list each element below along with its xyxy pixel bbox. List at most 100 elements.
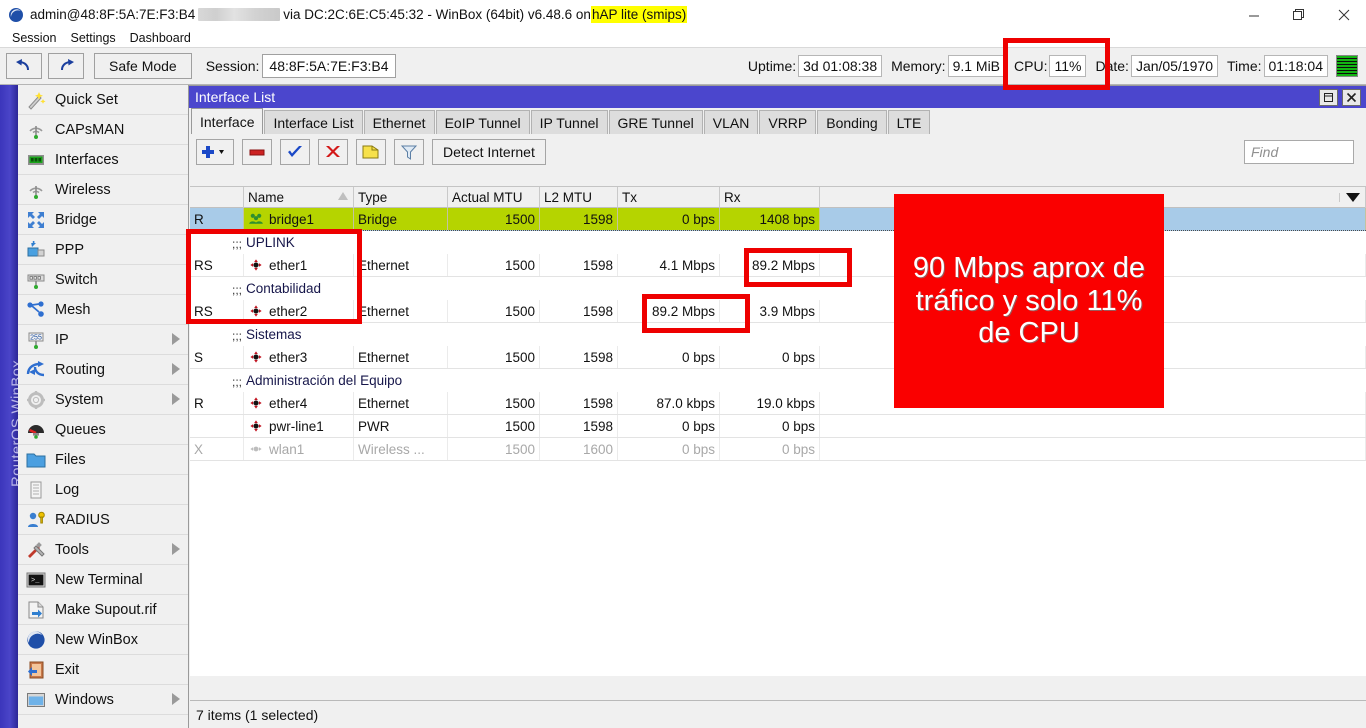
sidebar-item-ppp[interactable]: PPP [18, 235, 188, 265]
sidebar-item-windows[interactable]: Windows [18, 685, 188, 715]
restore-icon[interactable] [1319, 89, 1338, 106]
menu-item-settings[interactable]: Settings [63, 30, 122, 47]
maximize-icon[interactable] [1276, 0, 1321, 30]
comment-label: Administración del Equipo [246, 373, 402, 388]
tab-vrrp[interactable]: VRRP [759, 110, 816, 134]
sidebar-item-label: Wireless [55, 182, 111, 198]
search-input[interactable]: Find [1244, 140, 1354, 164]
cell-tx: 87.0 kbps [618, 392, 720, 414]
sort-ascending-icon [338, 192, 348, 200]
column-header-l2-mtu[interactable]: L2 MTU [540, 187, 618, 208]
comment-text: ;;;Administración del Equipo [190, 369, 402, 391]
log-scroll-icon [25, 479, 47, 501]
memory-label: Memory: [891, 58, 945, 74]
tab-bonding[interactable]: Bonding [817, 110, 886, 134]
comment-button[interactable] [356, 139, 386, 165]
close-icon[interactable] [1342, 89, 1361, 106]
remove-button[interactable] [242, 139, 272, 165]
sidebar-item-log[interactable]: Log [18, 475, 188, 505]
tab-interface[interactable]: Interface [191, 108, 263, 134]
column-header-rx[interactable]: Rx [720, 187, 820, 208]
tab-lte[interactable]: LTE [888, 110, 931, 134]
table-row[interactable]: pwr-line1PWR150015980 bps0 bps [190, 415, 1366, 438]
table-row[interactable]: Sether3Ethernet150015980 bps0 bps [190, 346, 1366, 369]
status-bar: 7 items (1 selected) [190, 700, 1366, 728]
tab-vlan[interactable]: VLAN [704, 110, 759, 134]
sidebar-item-new-terminal[interactable]: >_New Terminal [18, 565, 188, 595]
winbox-logo-icon [8, 7, 24, 23]
sidebar-item-system[interactable]: System [18, 385, 188, 415]
column-header-actual-mtu[interactable]: Actual MTU [448, 187, 540, 208]
tab-ethernet[interactable]: Ethernet [364, 110, 435, 134]
sidebar-item-mesh[interactable]: Mesh [18, 295, 188, 325]
titlebar-connection: via DC:2C:6E:C5:45:32 - WinBox (64bit) v… [283, 7, 591, 22]
sidebar-item-radius[interactable]: RADIUS [18, 505, 188, 535]
redo-button[interactable] [48, 53, 84, 79]
column-header-type[interactable]: Type [354, 187, 448, 208]
disable-button[interactable] [318, 139, 348, 165]
sidebar-item-queues[interactable]: Queues [18, 415, 188, 445]
close-icon[interactable] [1321, 0, 1366, 30]
table-row[interactable]: RSether1Ethernet150015984.1 Mbps89.2 Mbp… [190, 254, 1366, 277]
sidebar-item-tools[interactable]: Tools [18, 535, 188, 565]
sidebar-item-capsman[interactable]: CAPsMAN [18, 115, 188, 145]
column-header-label: Actual MTU [452, 190, 523, 205]
sidebar-item-wireless[interactable]: Wireless [18, 175, 188, 205]
enable-button[interactable] [280, 139, 310, 165]
table-comment-row[interactable]: ;;;Sistemas [190, 323, 1366, 346]
column-header-tx[interactable]: Tx [618, 187, 720, 208]
comment-marker: ;;; [232, 283, 242, 299]
menubar: Session Settings Dashboard [0, 30, 1366, 47]
sidebar-item-files[interactable]: Files [18, 445, 188, 475]
sidebar-item-make-supout-rif[interactable]: Make Supout.rif [18, 595, 188, 625]
undo-button[interactable] [6, 53, 42, 79]
sidebar-item-ip[interactable]: 255IP [18, 325, 188, 355]
sidebar-item-new-winbox[interactable]: New WinBox [18, 625, 188, 655]
interface-tabs: InterfaceInterface ListEthernetEoIP Tunn… [189, 108, 1366, 134]
add-button[interactable] [196, 139, 234, 165]
table-row[interactable]: Rether4Ethernet1500159887.0 kbps19.0 kbp… [190, 392, 1366, 415]
sidebar-item-routing[interactable]: Routing [18, 355, 188, 385]
sidebar-item-switch[interactable]: Switch [18, 265, 188, 295]
table-comment-row[interactable]: ;;;Contabilidad [190, 277, 1366, 300]
chevron-down-icon[interactable] [1339, 193, 1365, 202]
safe-mode-button[interactable]: Safe Mode [94, 53, 192, 79]
sidebar-item-label: Files [55, 452, 86, 468]
comment-label: Sistemas [246, 327, 302, 342]
sidebar-brand-strip: RouterOS WinBox [0, 85, 18, 728]
table-row[interactable]: Rbridge1Bridge150015980 bps1408 bps [190, 208, 1366, 231]
chevron-right-icon [172, 393, 180, 405]
cell-name-label: ether4 [269, 396, 307, 411]
table-row[interactable]: RSether2Ethernet1500159889.2 Mbps3.9 Mbp… [190, 300, 1366, 323]
menu-item-session[interactable]: Session [5, 30, 63, 47]
cell-type: Ethernet [354, 346, 448, 368]
table-comment-row[interactable]: ;;;UPLINK [190, 231, 1366, 254]
sidebar-item-interfaces[interactable]: Interfaces [18, 145, 188, 175]
tab-interface-list[interactable]: Interface List [264, 110, 362, 134]
sidebar-item-quick-set[interactable]: Quick Set [18, 85, 188, 115]
detect-internet-button[interactable]: Detect Internet [432, 139, 546, 165]
titlebar-user: admin@48:8F:5A:7E:F3:B4 [30, 7, 195, 22]
cell-rx: 89.2 Mbps [720, 254, 820, 276]
sidebar-item-bridge[interactable]: Bridge [18, 205, 188, 235]
minimize-icon[interactable] [1231, 0, 1276, 30]
cell-flags: R [190, 208, 244, 230]
chevron-right-icon [172, 693, 180, 705]
interface-list-titlebar: Interface List [189, 86, 1366, 108]
table-row[interactable]: Xwlan1Wireless ...150016000 bps0 bps [190, 438, 1366, 461]
menu-item-dashboard[interactable]: Dashboard [123, 30, 198, 47]
filter-button[interactable] [394, 139, 424, 165]
tab-eoip-tunnel[interactable]: EoIP Tunnel [436, 110, 530, 134]
column-header-flags[interactable] [190, 187, 244, 208]
winbox-logo-icon [25, 629, 47, 651]
table-comment-row[interactable]: ;;;Administración del Equipo [190, 369, 1366, 392]
tab-ip-tunnel[interactable]: IP Tunnel [531, 110, 608, 134]
sidebar-item-exit[interactable]: Exit [18, 655, 188, 685]
column-header-name[interactable]: Name [244, 187, 354, 208]
tab-gre-tunnel[interactable]: GRE Tunnel [609, 110, 703, 134]
sidebar: RouterOS WinBox Quick SetCAPsMANInterfac… [0, 85, 188, 728]
sidebar-item-label: Windows [55, 692, 114, 708]
wireless-port-icon [248, 441, 264, 457]
chevron-right-icon [172, 333, 180, 345]
cell-flags: RS [190, 300, 244, 322]
